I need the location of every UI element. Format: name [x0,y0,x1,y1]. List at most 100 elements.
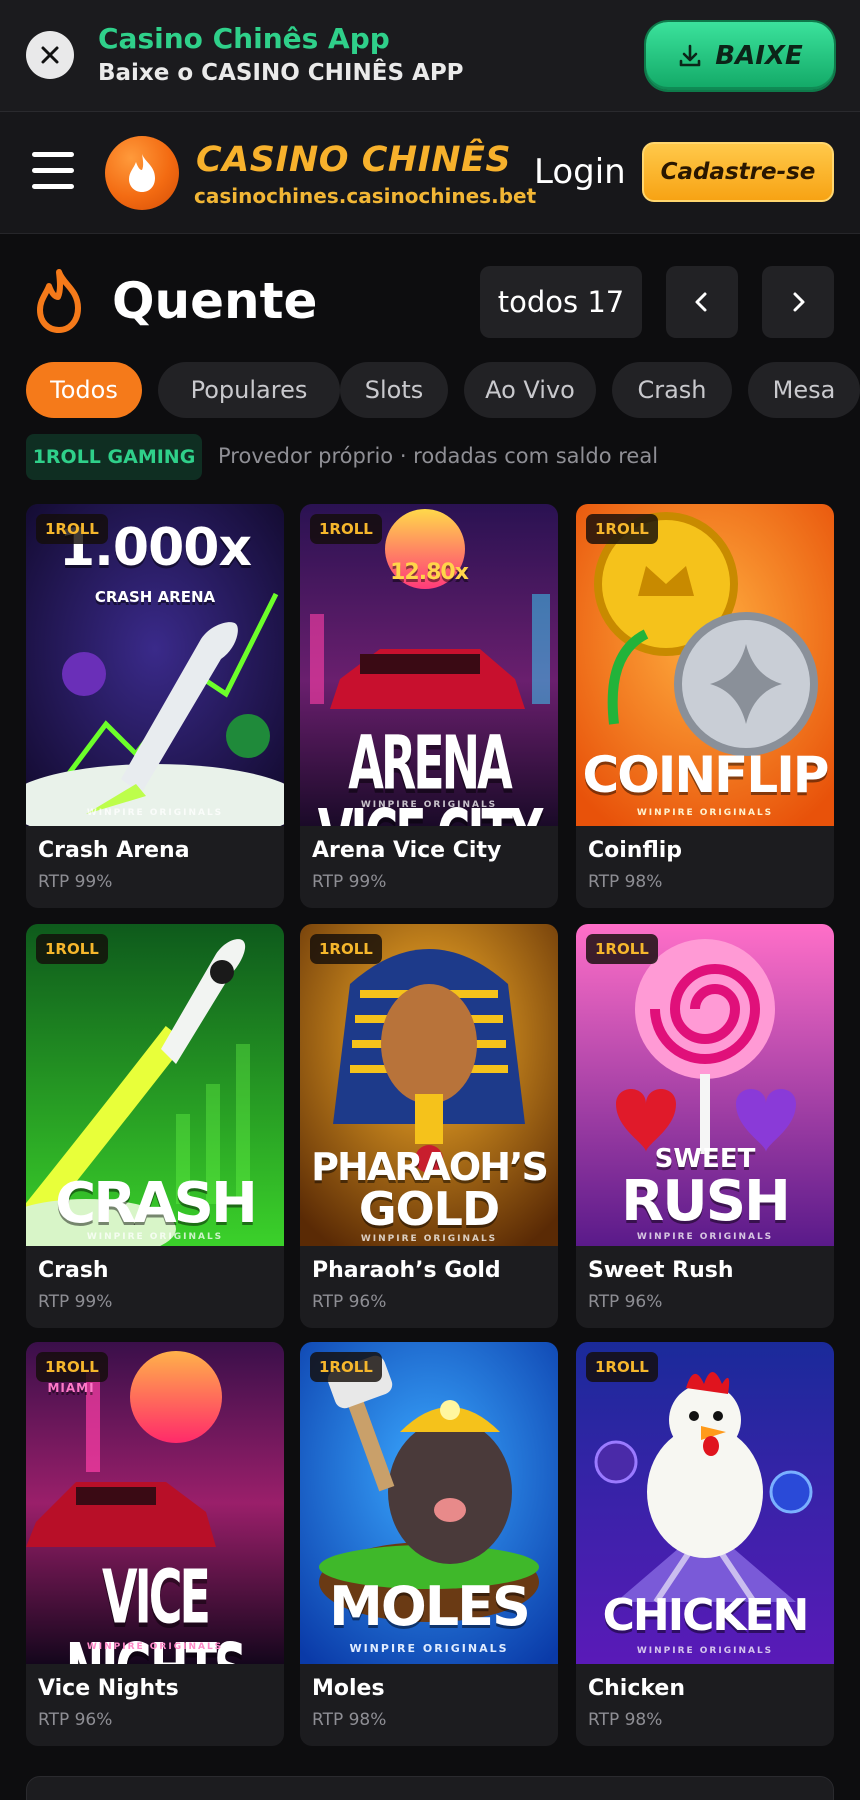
chevron-left-icon [695,292,707,312]
art-footer: WINPIRE ORIGINALS [86,1642,224,1652]
menu-line [32,168,74,173]
art-subtitle: GOLD [358,1182,500,1236]
section-header: Quente todos 17 [0,262,860,342]
game-name: Coinflip [588,838,683,863]
provider-tag: 1ROLL [36,934,108,964]
game-name: Crash Arena [38,838,190,863]
provider-tag: 1ROLL [310,514,382,544]
game-name: Crash [38,1258,109,1283]
game-name: Chicken [588,1676,686,1701]
next-section-card [26,1776,834,1800]
banner-subtitle: Baixe o CASINO CHINÊS APP [98,60,464,86]
art-footer: WINPIRE ORIGINALS [360,1234,498,1244]
provider-tag: 1ROLL [36,514,108,544]
art-subtitle: CRASH ARENA [94,588,216,606]
provider-description: Provedor próprio · rodadas com saldo rea… [218,444,659,468]
category-chip-ao-vivo[interactable]: Ao Vivo [464,362,596,418]
provider-tag: 1ROLL [586,934,658,964]
game-rtp: RTP 98% [312,1710,387,1730]
category-chip-todos[interactable]: Todos [26,362,142,418]
game-rtp: RTP 96% [588,1292,663,1312]
game-card-vice-nights[interactable]: MIAMI VICE NIGHTS WINPIRE ORIGINALS 1ROL… [26,1342,284,1746]
game-card-arena-vice-city[interactable]: 12.80x ARENA VICE CITY WINPIRE ORIGINALS… [300,504,558,908]
art-footer: WINPIRE ORIGINALS [86,808,224,818]
game-rtp: RTP 98% [588,1710,663,1730]
game-thumbnail: MOLES WINPIRE ORIGINALS [300,1342,558,1664]
game-rtp: RTP 99% [38,1292,113,1312]
art-subtitle: 12.80x [390,560,469,585]
close-banner-button[interactable] [26,31,74,79]
game-rtp: RTP 96% [38,1710,113,1730]
game-thumbnail: CRASH WINPIRE ORIGINALS [26,924,284,1246]
close-icon [41,46,59,64]
art-title: CHICKEN [602,1590,810,1641]
site-header: CASINO CHINÊS casinochines.casinochines.… [0,112,860,234]
view-all-button[interactable]: todos 17 [480,266,642,338]
game-thumbnail: MIAMI VICE NIGHTS WINPIRE ORIGINALS [26,1342,284,1664]
flame-logo-icon [129,154,155,192]
download-icon [679,44,701,67]
game-rtp: RTP 96% [312,1292,387,1312]
art-title: PHARAOH’S [311,1145,549,1189]
menu-line [32,152,74,157]
game-thumbnail: CHICKEN WINPIRE ORIGINALS [576,1342,834,1664]
provider-tag: 1ROLL [586,514,658,544]
game-thumbnail: 1.000x CRASH ARENA WINPIRE ORIGINALS [26,504,284,826]
art-footer: WINPIRE ORIGINALS [349,1642,509,1655]
banner-title: Casino Chinês App [98,22,390,55]
hamburger-menu-button[interactable] [30,150,76,192]
category-filter-bar: Todos Populares Slots Ao Vivo Crash Mesa [0,362,860,418]
next-button[interactable] [762,266,834,338]
game-card-sweet-rush[interactable]: SWEET RUSH WINPIRE ORIGINALS 1ROLL Sweet… [576,924,834,1328]
provider-tag: 1ROLL [310,934,382,964]
game-thumbnail: COINFLIP WINPIRE ORIGINALS [576,504,834,826]
provider-tag: 1ROLL [36,1352,108,1382]
art-footer: WINPIRE ORIGINALS [636,1232,774,1242]
category-chip-crash[interactable]: Crash [612,362,732,418]
previous-button[interactable] [666,266,738,338]
art-footer: WINPIRE ORIGINALS [86,1232,224,1242]
menu-line [32,184,74,189]
brand-domain: casinochines.casinochines.bet [194,184,537,208]
art-footer: WINPIRE ORIGINALS [636,1646,774,1656]
provider-tag: 1ROLL [586,1352,658,1382]
game-card-chicken[interactable]: CHICKEN WINPIRE ORIGINALS 1ROLL Chicken … [576,1342,834,1746]
app-download-banner: Casino Chinês App Baixe o CASINO CHINÊS … [0,0,860,112]
category-chip-populares[interactable]: Populares [158,362,340,418]
download-app-button[interactable]: BAIXE [646,22,834,90]
art-footer: WINPIRE ORIGINALS [636,808,774,818]
category-chip-mesa[interactable]: Mesa [748,362,860,418]
game-thumbnail: SWEET RUSH WINPIRE ORIGINALS [576,924,834,1246]
game-card-moles[interactable]: MOLES WINPIRE ORIGINALS 1ROLL Moles RTP … [300,1342,558,1746]
signup-button[interactable]: Cadastre-se [642,142,834,202]
category-chip-slots[interactable]: Slots [340,362,448,418]
art-title: CRASH [55,1171,258,1236]
art-title: COINFLIP [582,746,830,804]
game-thumbnail: PHARAOH’S GOLD WINPIRE ORIGINALS [300,924,558,1246]
game-rtp: RTP 99% [38,872,113,892]
game-name: Arena Vice City [312,838,502,863]
game-name: Pharaoh’s Gold [312,1258,501,1283]
provider-badge[interactable]: 1ROLL GAMING [26,434,202,480]
flame-icon [37,269,81,333]
art-title: MOLES [329,1575,531,1638]
game-name: Vice Nights [38,1676,179,1701]
game-card-pharaohs-gold[interactable]: PHARAOH’S GOLD WINPIRE ORIGINALS 1ROLL P… [300,924,558,1328]
game-rtp: RTP 98% [588,872,663,892]
art-footer: WINPIRE ORIGINALS [360,800,498,810]
brand-name[interactable]: CASINO CHINÊS [196,140,511,180]
provider-tag: 1ROLL [310,1352,382,1382]
art-subtitle: MIAMI [47,1381,95,1395]
download-label: BAIXE [715,41,803,71]
game-thumbnail: 12.80x ARENA VICE CITY WINPIRE ORIGINALS [300,504,558,826]
game-name: Sweet Rush [588,1258,734,1283]
art-title: ARENA VICE CITY [318,719,543,826]
game-card-crash-arena[interactable]: 1.000x CRASH ARENA WINPIRE ORIGINALS 1RO… [26,504,284,908]
game-card-coinflip[interactable]: COINFLIP WINPIRE ORIGINALS 1ROLL Coinfli… [576,504,834,908]
game-name: Moles [312,1676,385,1701]
game-rtp: RTP 99% [312,872,387,892]
brand-logo[interactable] [105,136,179,210]
chevron-right-icon [793,292,805,312]
login-link[interactable]: Login [534,152,626,192]
game-card-crash[interactable]: CRASH WINPIRE ORIGINALS 1ROLL Crash RTP … [26,924,284,1328]
